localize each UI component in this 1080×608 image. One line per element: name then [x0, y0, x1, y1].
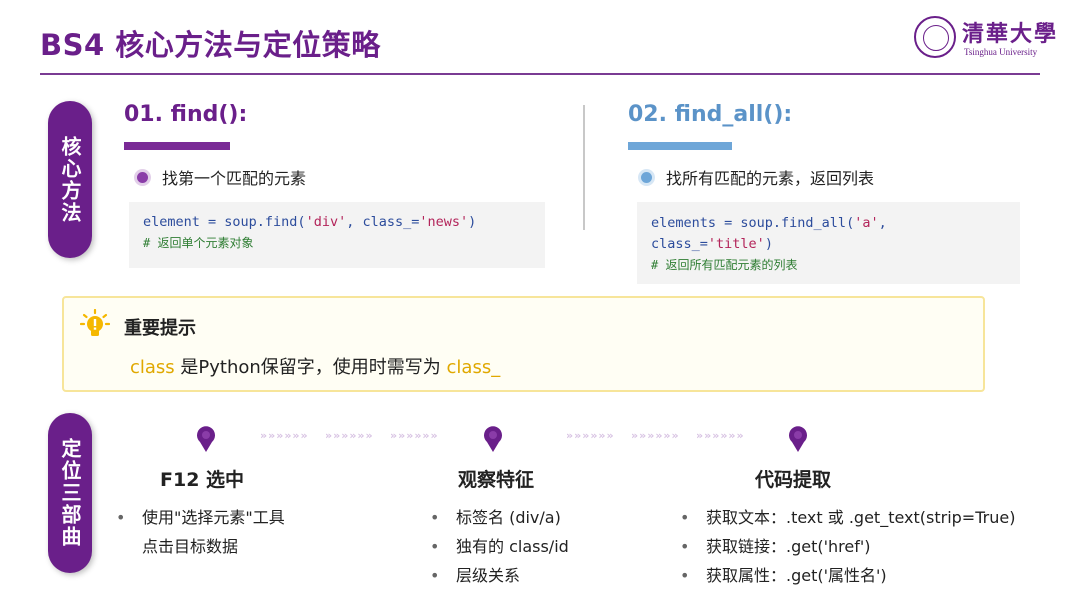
- map-pin-icon: [484, 426, 502, 452]
- code-string: 'news': [419, 214, 469, 230]
- section-divider: [583, 105, 585, 230]
- tip-body: class 是Python保留字，使用时需写为 class_: [130, 353, 500, 379]
- find-all-bullet-text: 找所有匹配的元素，返回列表: [666, 169, 875, 188]
- step-3-list: 获取文本：.text 或 .get_text(strip=True) 获取链接：…: [680, 503, 1015, 590]
- list-item: 标签名 (div/a): [430, 503, 569, 532]
- list-item: 获取属性：.get('属性名'): [680, 561, 1015, 590]
- code-text: , class_=: [346, 214, 420, 230]
- code-string: 'a': [854, 215, 879, 231]
- code-comment: # 返回所有匹配元素的列表: [651, 258, 798, 272]
- important-tip-box: 重要提示 class 是Python保留字，使用时需写为 class_: [62, 296, 985, 392]
- page-title: BS4 核心方法与定位策略: [40, 28, 381, 62]
- timeline-chevrons: »»»»»»: [325, 429, 374, 442]
- code-line: elements = soup.find_all('a',: [651, 213, 1006, 234]
- side-tab-core-methods: 核心方法: [48, 101, 92, 258]
- university-seal-icon: [914, 16, 956, 58]
- university-logo: 清華大學 Tsinghua University: [914, 14, 1056, 64]
- find-bullet-text: 找第一个匹配的元素: [162, 169, 307, 188]
- tip-text: 是Python保留字，使用时需写为: [174, 357, 447, 378]
- list-item: 获取文本：.text 或 .get_text(strip=True): [680, 503, 1015, 532]
- find-heading: 01. find():: [124, 102, 248, 127]
- code-line: element = soup.find('div', class_='news'…: [143, 212, 531, 233]
- find-all-heading-underline: [628, 142, 732, 150]
- lightbulb-icon: [80, 309, 110, 336]
- step-2-title: 观察特征: [458, 469, 535, 491]
- find-heading-underline: [124, 142, 230, 150]
- step-1-list: 使用"选择元素"工具 点击目标数据: [116, 503, 285, 561]
- bullet-dot-icon: [641, 171, 652, 183]
- code-text: class_=: [651, 236, 708, 252]
- map-pin-icon: [197, 426, 215, 452]
- list-item: 层级关系: [430, 561, 569, 590]
- code-text: ): [468, 214, 477, 230]
- list-item: 获取链接：.get('href'): [680, 532, 1015, 561]
- logo-english-text: Tsinghua University: [964, 47, 1038, 57]
- timeline-chevrons: »»»»»»: [390, 429, 439, 442]
- step-3-title: 代码提取: [755, 469, 832, 491]
- list-item: 点击目标数据: [142, 537, 239, 556]
- find-bullet: 找第一个匹配的元素: [137, 165, 306, 189]
- timeline-chevrons: »»»»»»: [631, 429, 680, 442]
- code-line: class_='title'): [651, 234, 1006, 255]
- step-2-list: 标签名 (div/a) 独有的 class/id 层级关系: [430, 503, 569, 590]
- find-all-code-block: elements = soup.find_all('a', class_='ti…: [637, 202, 1020, 284]
- list-item: 使用"选择元素"工具: [116, 503, 285, 532]
- tip-keyword: class_: [446, 357, 501, 378]
- bullet-dot-icon: [137, 171, 148, 183]
- code-string: 'title': [707, 236, 765, 252]
- code-text: elements = soup.find_all(: [651, 215, 855, 231]
- list-item: 独有的 class/id: [430, 532, 569, 561]
- timeline-chevrons: »»»»»»: [566, 429, 615, 442]
- find-all-heading: 02. find_all():: [628, 102, 793, 127]
- title-divider: [40, 73, 1040, 75]
- code-text: ): [764, 236, 773, 252]
- timeline-chevrons: »»»»»»: [696, 429, 745, 442]
- timeline-chevrons: »»»»»»: [260, 429, 309, 442]
- logo-chinese-text: 清華大學: [962, 21, 1059, 47]
- code-text: element = soup.find(: [143, 214, 306, 230]
- step-1-title: F12 选中: [160, 469, 245, 491]
- tip-title: 重要提示: [124, 318, 196, 339]
- code-text: ,: [878, 215, 887, 231]
- tip-keyword: class: [130, 357, 175, 378]
- side-tab-locate-steps: 定位三部曲: [48, 413, 92, 573]
- code-string: 'div': [305, 214, 347, 230]
- find-code-block: element = soup.find('div', class_='news'…: [129, 202, 545, 268]
- map-pin-icon: [789, 426, 807, 452]
- find-all-bullet: 找所有匹配的元素，返回列表: [641, 165, 874, 189]
- code-comment: # 返回单个元素对象: [143, 236, 254, 250]
